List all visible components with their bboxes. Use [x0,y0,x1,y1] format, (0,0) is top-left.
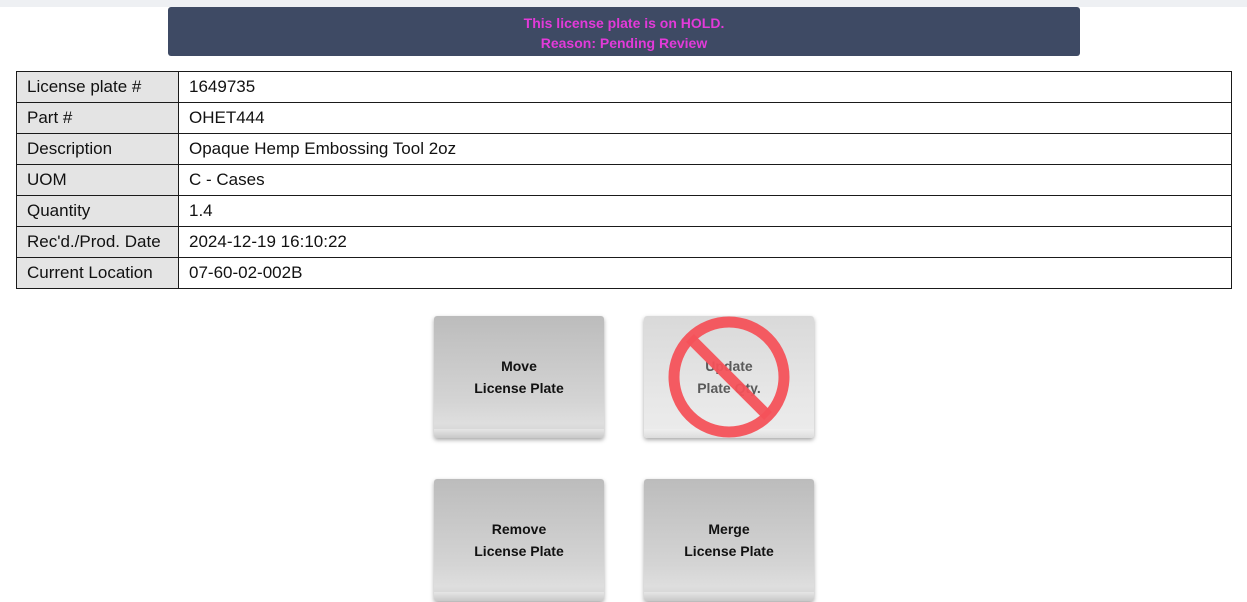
hold-status-text: This license plate is on HOLD. [523,15,725,31]
move-license-plate-button[interactable]: Move License Plate [434,316,604,438]
hold-banner: This license plate is on HOLD. Reason: P… [168,7,1080,56]
merge-button-line2: License Plate [684,543,774,559]
top-strip [0,0,1247,7]
update-button-line2: Plate Qty. [697,380,761,396]
row-label-part: Part # [16,102,179,134]
row-value-quantity: 1.4 [178,195,1232,227]
button-bottom-bar [644,429,814,438]
table-row: UOM C - Cases [16,164,1232,196]
license-plate-details-table: License plate # 1649735 Part # OHET444 D… [16,71,1232,289]
row-value-uom: C - Cases [178,164,1232,196]
table-row: Description Opaque Hemp Embossing Tool 2… [16,133,1232,165]
row-value-current-location: 07-60-02-002B [178,257,1232,289]
button-bottom-bar [434,592,604,601]
table-row: License plate # 1649735 [16,71,1232,103]
row-label-current-location: Current Location [16,257,179,289]
remove-license-plate-button[interactable]: Remove License Plate [434,479,604,601]
button-bottom-bar [434,429,604,438]
table-row: Rec'd./Prod. Date 2024-12-19 16:10:22 [16,226,1232,258]
row-value-license-plate: 1649735 [178,71,1232,103]
row-label-quantity: Quantity [16,195,179,227]
remove-button-line1: Remove [491,521,547,537]
table-row: Quantity 1.4 [16,195,1232,227]
table-row: Part # OHET444 [16,102,1232,134]
move-button-line1: Move [501,358,537,374]
update-plate-qty-button[interactable]: Update Plate Qty. [644,316,814,438]
table-row: Current Location 07-60-02-002B [16,257,1232,289]
button-bottom-bar [644,592,814,601]
row-label-license-plate: License plate # [16,71,179,103]
row-value-received-date: 2024-12-19 16:10:22 [178,226,1232,258]
merge-button-line1: Merge [708,521,750,537]
remove-button-line2: License Plate [474,543,564,559]
update-button-line1: Update [705,358,753,374]
row-label-received-date: Rec'd./Prod. Date [16,226,179,258]
merge-license-plate-button[interactable]: Merge License Plate [644,479,814,601]
row-label-description: Description [16,133,179,165]
hold-reason-text: Reason: Pending Review [540,35,708,51]
row-value-part: OHET444 [178,102,1232,134]
move-button-line2: License Plate [474,380,564,396]
row-value-description: Opaque Hemp Embossing Tool 2oz [178,133,1232,165]
row-label-uom: UOM [16,164,179,196]
